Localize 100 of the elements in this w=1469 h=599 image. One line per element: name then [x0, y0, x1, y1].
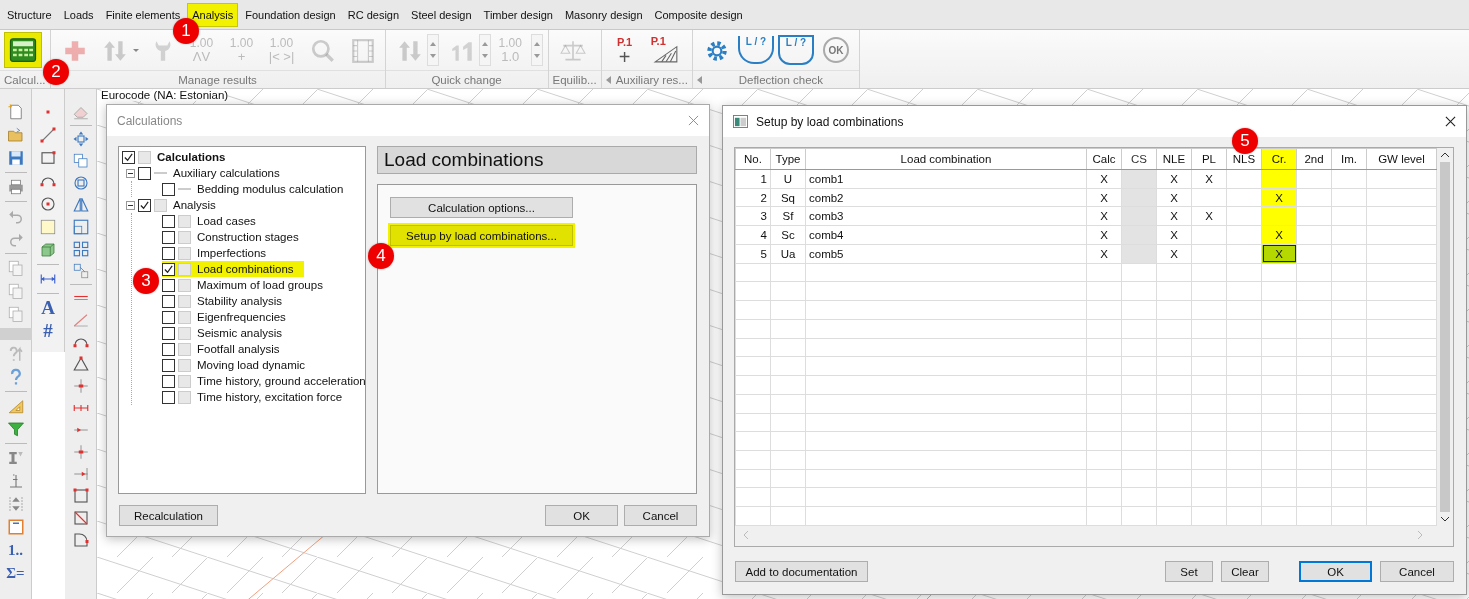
copy-icon[interactable] [6, 259, 25, 277]
column-header[interactable]: NLE [1156, 148, 1192, 170]
collapse-icon[interactable] [126, 168, 135, 178]
menu-tab[interactable]: Loads [58, 2, 99, 27]
column-header[interactable]: Im. [1331, 148, 1367, 170]
tree-item[interactable]: Load combinations [162, 261, 304, 277]
save-icon[interactable] [6, 149, 25, 167]
tool-button[interactable]: A [41, 299, 55, 317]
print-icon[interactable] [6, 178, 25, 196]
menu-tab[interactable]: Structure [2, 2, 57, 27]
copy-icon[interactable] [6, 282, 25, 300]
tree-item[interactable]: Eigenfrequencies [162, 309, 286, 325]
menu-tab[interactable]: Foundation design [240, 2, 341, 27]
rect-corners-icon[interactable] [71, 487, 90, 505]
cube-icon[interactable] [39, 241, 57, 259]
tree-item[interactable]: Seismic analysis [162, 325, 282, 341]
move-icon[interactable] [71, 130, 90, 148]
cross-icon[interactable] [71, 377, 90, 395]
tool-button[interactable]: Σ= [6, 564, 25, 582]
align-icon[interactable] [6, 495, 25, 513]
tree-item[interactable]: Moving load dynamic [162, 357, 306, 373]
array-icon[interactable] [71, 240, 90, 258]
triangle-icon[interactable] [71, 355, 90, 373]
menu-tab[interactable]: Analysis [187, 2, 239, 27]
column-header[interactable]: Cr. [1261, 148, 1297, 170]
column-header[interactable]: Type [770, 148, 806, 170]
tree-item[interactable]: Bedding modulus calculation [162, 181, 344, 197]
collapse-icon[interactable] [126, 200, 135, 210]
tree-item[interactable]: Stability analysis [162, 293, 282, 309]
checkbox[interactable] [122, 150, 135, 164]
dialog-button[interactable]: OK [545, 505, 618, 526]
tree-item[interactable]: Time history, excitation force [162, 389, 343, 405]
dialog-button[interactable]: Add to documentation [735, 561, 868, 582]
distribute-icon[interactable] [71, 262, 90, 280]
checkbox[interactable] [162, 374, 175, 388]
tree-item[interactable]: Imperfections [162, 245, 267, 261]
rotate-icon[interactable] [71, 174, 90, 192]
column-header[interactable]: Load combination [805, 148, 1087, 170]
copy-icon[interactable] [6, 305, 25, 323]
tool-button[interactable]: 1.. [8, 541, 23, 559]
checkbox[interactable] [162, 294, 175, 308]
tree-item[interactable]: Analysis [119, 197, 216, 213]
panel-button[interactable]: Calculation options... [390, 197, 573, 218]
scroll-left-icon[interactable] [605, 75, 612, 84]
dialog-button[interactable]: Cancel [624, 505, 697, 526]
dialog-button[interactable]: Set [1165, 561, 1213, 582]
checkbox[interactable] [162, 310, 175, 324]
checkbox[interactable] [162, 230, 175, 244]
copy-move-icon[interactable] [71, 152, 90, 170]
ribbon-button[interactable]: P.1 + [605, 32, 644, 68]
rect-diag-icon[interactable] [71, 509, 90, 527]
tree-item[interactable]: Calculations [119, 149, 226, 165]
mirror-icon[interactable] [71, 196, 90, 214]
vertical-scrollbar[interactable] [1437, 148, 1453, 526]
checkbox[interactable] [162, 182, 175, 196]
checkbox[interactable] [162, 278, 175, 292]
scroll-down-icon[interactable] [1440, 516, 1450, 522]
tree-item[interactable]: Footfall analysis [162, 341, 280, 357]
circle-icon[interactable] [39, 195, 57, 213]
rect-arc-icon[interactable] [71, 531, 90, 549]
dialog-button[interactable]: Clear [1221, 561, 1269, 582]
filter-icon[interactable] [6, 420, 25, 438]
tree-item[interactable]: Maximum of load groups [162, 277, 323, 293]
rect-icon[interactable] [39, 149, 57, 167]
close-icon[interactable] [1445, 116, 1456, 127]
tree-item[interactable]: Load cases [162, 213, 256, 229]
scroll-left-icon[interactable] [696, 75, 703, 84]
line-icon[interactable] [39, 126, 57, 144]
column-header[interactable]: 2nd [1296, 148, 1332, 170]
slope-icon[interactable] [71, 311, 90, 329]
ribbon-button[interactable]: L / ? [776, 32, 815, 68]
checkbox[interactable] [162, 358, 175, 372]
checkbox[interactable] [162, 246, 175, 260]
column-header[interactable]: Calc [1086, 148, 1122, 170]
menu-tab[interactable]: Masonry design [559, 2, 648, 27]
column-header[interactable]: PL [1191, 148, 1227, 170]
dialog-button[interactable]: OK [1299, 561, 1372, 582]
column-header[interactable]: GW level [1366, 148, 1437, 170]
checkbox[interactable] [162, 390, 175, 404]
tool-button[interactable]: # [43, 322, 53, 340]
checkbox[interactable] [162, 214, 175, 228]
checkbox[interactable] [138, 198, 151, 212]
panel-button[interactable]: Setup by load combinations... [390, 225, 573, 246]
plate-icon[interactable] [39, 218, 57, 236]
checkbox[interactable] [138, 166, 151, 180]
checkbox[interactable] [162, 342, 175, 356]
arrow-end-icon[interactable] [71, 465, 90, 483]
ribbon-button[interactable] [4, 32, 42, 68]
dialog-button[interactable]: Cancel [1380, 561, 1454, 582]
tree-item[interactable]: Auxiliary calculations [119, 165, 280, 181]
frame-icon[interactable] [6, 518, 25, 536]
tree-item[interactable]: Construction stages [162, 229, 299, 245]
menu-tab[interactable]: RC design [342, 2, 405, 27]
section-icon[interactable] [6, 449, 25, 467]
menu-tab[interactable]: Composite design [649, 2, 748, 27]
dialog-button[interactable]: Recalculation [119, 505, 218, 526]
column-header[interactable]: No. [735, 148, 771, 170]
menu-tab[interactable]: Steel design [406, 2, 477, 27]
scale-icon[interactable] [71, 218, 90, 236]
new-icon[interactable] [6, 103, 25, 121]
